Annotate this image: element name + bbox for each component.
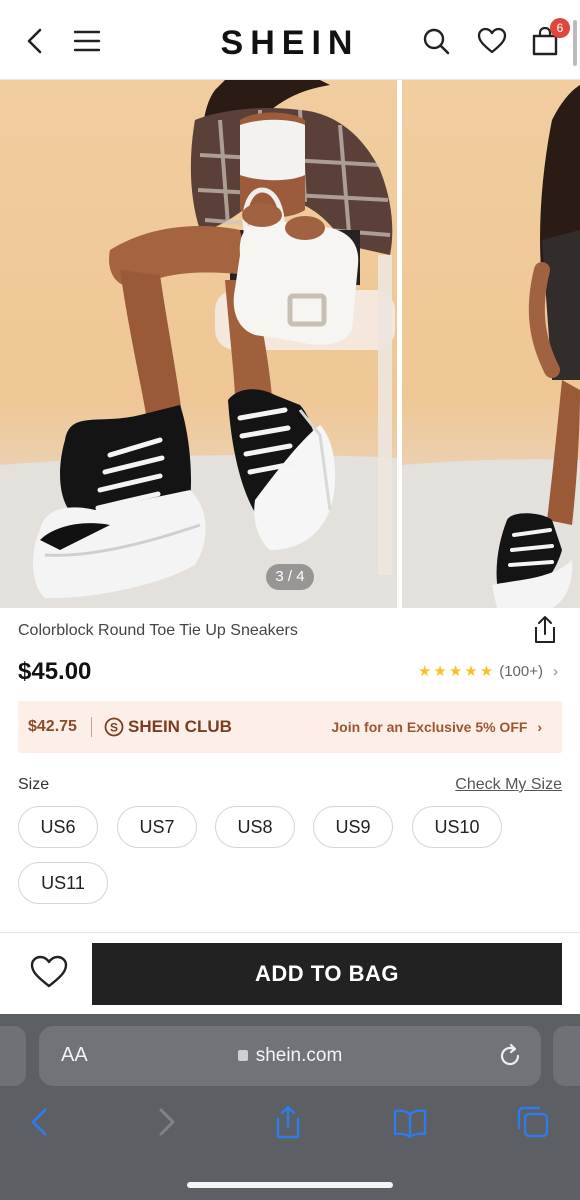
size-option-us11[interactable]: US11: [18, 862, 108, 904]
search-icon[interactable]: [421, 26, 451, 56]
browser-forward-icon[interactable]: [148, 1104, 184, 1140]
bookmarks-icon[interactable]: [392, 1104, 428, 1140]
club-join-link[interactable]: Join for an Exclusive 5% OFF ›: [331, 719, 542, 735]
browser-share-icon[interactable]: [270, 1104, 306, 1140]
chevron-right-icon: ›: [553, 662, 558, 680]
url-display[interactable]: shein.com: [39, 1045, 541, 1067]
lock-icon: [237, 1050, 248, 1061]
prev-tab-preview[interactable]: [0, 1026, 26, 1086]
save-heart-icon[interactable]: [30, 955, 68, 989]
club-s-icon: S: [104, 717, 124, 737]
size-option-us7[interactable]: US7: [117, 806, 197, 848]
domain-text: shein.com: [255, 1045, 343, 1066]
shein-club-banner[interactable]: $42.75 S SHEIN CLUB Join for an Exclusiv…: [18, 701, 562, 753]
image-counter: 3 / 4: [266, 564, 314, 590]
browser-back-icon[interactable]: [22, 1104, 58, 1140]
app-header: SHEIN 6: [0, 0, 580, 80]
scroll-indicator: [573, 20, 577, 66]
club-price: $42.75: [28, 718, 77, 735]
size-option-us9[interactable]: US9: [313, 806, 393, 848]
address-bar[interactable]: AA shein.com: [39, 1026, 541, 1086]
check-my-size-link[interactable]: Check My Size: [455, 776, 562, 794]
club-name: SHEIN CLUB: [128, 717, 232, 736]
svg-text:S: S: [110, 721, 118, 735]
add-to-bag-bar: ADD TO BAG: [0, 932, 580, 1014]
reload-icon[interactable]: [497, 1043, 523, 1069]
product-image-gallery[interactable]: 3 / 4: [0, 80, 580, 608]
share-icon[interactable]: [532, 615, 558, 645]
cart-count-badge: 6: [550, 18, 570, 38]
product-title: Colorblock Round Toe Tie Up Sneakers: [18, 622, 298, 639]
star-rating-icon: ★★★★★: [417, 663, 496, 680]
chevron-right-icon: ›: [537, 719, 542, 735]
tabs-icon[interactable]: [515, 1104, 551, 1140]
product-price: $45.00: [18, 658, 92, 685]
next-tab-preview[interactable]: [553, 1026, 580, 1086]
home-indicator[interactable]: [187, 1182, 393, 1188]
shein-club-logo: S SHEIN CLUB: [104, 717, 232, 737]
product-photo-main[interactable]: [0, 80, 397, 608]
size-option-us6[interactable]: US6: [18, 806, 98, 848]
club-divider: [91, 717, 92, 737]
rating-summary[interactable]: ★★★★★ (100+) ›: [417, 662, 558, 681]
club-offer-text: Join for an Exclusive 5% OFF: [331, 719, 528, 735]
review-count: (100+): [499, 662, 543, 680]
browser-toolbar: AA shein.com: [0, 1014, 580, 1200]
size-option-us8[interactable]: US8: [215, 806, 295, 848]
size-label: Size: [18, 776, 50, 793]
product-photo-next[interactable]: [402, 80, 580, 608]
add-to-bag-button[interactable]: ADD TO BAG: [92, 943, 562, 1005]
wishlist-heart-icon[interactable]: [477, 26, 507, 56]
size-option-us10[interactable]: US10: [412, 806, 502, 848]
